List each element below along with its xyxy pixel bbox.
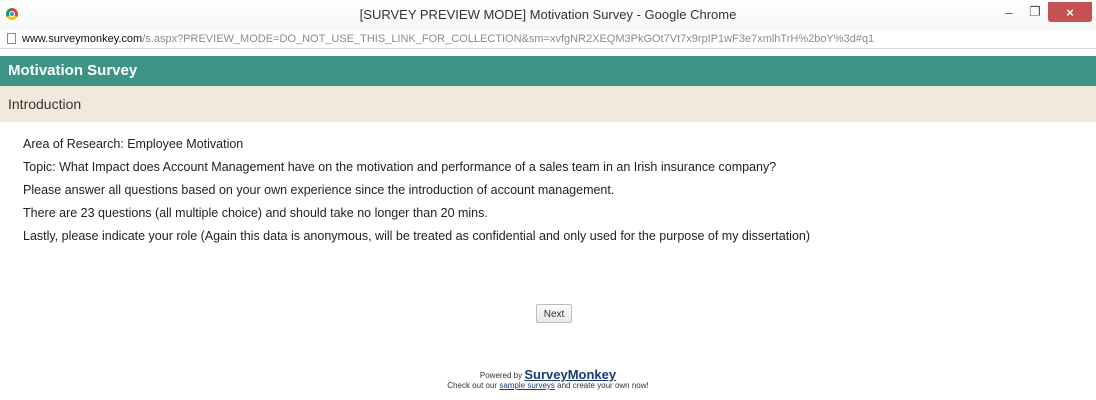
window-titlebar: [SURVEY PREVIEW MODE] Motivation Survey … [0, 0, 1096, 31]
intro-paragraph: There are 23 questions (all multiple cho… [23, 206, 488, 220]
powered-by-line: Powered by SurveyMonkey [0, 367, 1096, 382]
survey-title: Motivation Survey [0, 56, 1096, 86]
restore-button[interactable]: ❐ [1022, 2, 1048, 22]
url-path: /s.aspx?PREVIEW_MODE=DO_NOT_USE_THIS_LIN… [142, 33, 875, 45]
footer: Powered by SurveyMonkey Check out our sa… [0, 367, 1096, 391]
address-bar[interactable]: www.surveymonkey.com/s.aspx?PREVIEW_MODE… [0, 30, 1096, 49]
url-host: www.surveymonkey.com [22, 33, 143, 45]
intro-paragraph: Lastly, please indicate your role (Again… [23, 229, 811, 243]
survey-intro-content: Area of Research: Employee Motivation To… [23, 136, 1083, 251]
close-button[interactable]: × [1048, 2, 1092, 22]
page-icon [7, 33, 16, 44]
check-suffix-text: and create your own now! [557, 381, 649, 390]
page-title: Introduction [0, 86, 1096, 122]
check-prefix-text: Check out our [447, 381, 498, 390]
powered-by-text: Powered by [479, 371, 523, 380]
sample-surveys-link[interactable]: sample surveys [499, 381, 555, 390]
window-controls: – ❐ × [996, 2, 1092, 24]
intro-paragraph: Area of Research: Employee Motivation [23, 137, 244, 151]
intro-paragraph: Topic: What Impact does Account Manageme… [23, 160, 777, 174]
surveymonkey-link[interactable]: SurveyMonkey [524, 367, 616, 382]
next-button[interactable]: Next [536, 304, 572, 323]
window-title: [SURVEY PREVIEW MODE] Motivation Survey … [359, 7, 737, 22]
url-text[interactable]: www.surveymonkey.com/s.aspx?PREVIEW_MODE… [22, 30, 874, 48]
minimize-button[interactable]: – [996, 2, 1022, 22]
intro-paragraph: Please answer all questions based on you… [23, 183, 615, 197]
